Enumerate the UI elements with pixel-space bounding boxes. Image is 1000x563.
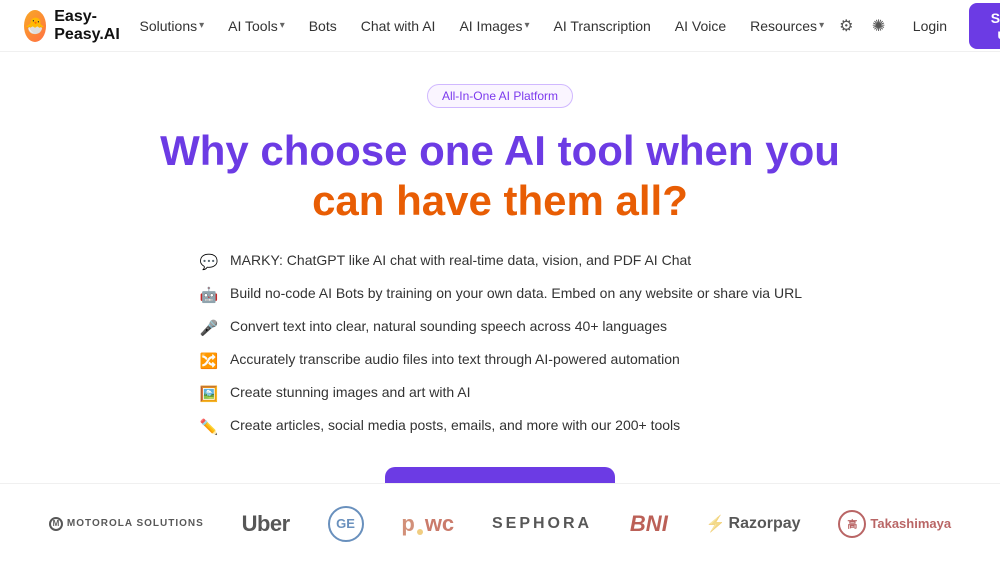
ge-logo: GE bbox=[328, 506, 364, 542]
hero-title-line1: Why choose one AI tool when you bbox=[160, 126, 840, 176]
feature-text: Accurately transcribe audio files into t… bbox=[230, 350, 680, 370]
hero-badge: All-In-One AI Platform bbox=[427, 84, 573, 108]
nav-ai-voice[interactable]: AI Voice bbox=[665, 12, 736, 40]
brand-name: Easy-Peasy.AI bbox=[54, 8, 129, 44]
logos-section: M MOTOROLA SOLUTIONS Uber GE p wc SEPHOR… bbox=[0, 483, 1000, 563]
feature-item: 🤖 Build no-code AI Bots by training on y… bbox=[198, 284, 802, 307]
sephora-logo: SEPHORA bbox=[492, 515, 592, 533]
motorola-logo: M MOTOROLA SOLUTIONS bbox=[49, 517, 204, 531]
hero-title-line2: can have them all? bbox=[160, 176, 840, 226]
navbar: 🐣 Easy-Peasy.AI Solutions ▾ AI Tools ▾ B… bbox=[0, 0, 1000, 52]
logo-image: 🐣 bbox=[24, 10, 46, 42]
feature-text: Convert text into clear, natural soundin… bbox=[230, 317, 667, 337]
transcribe-icon: 🔀 bbox=[198, 351, 220, 373]
login-button[interactable]: Login bbox=[899, 12, 961, 40]
nav-resources[interactable]: Resources ▾ bbox=[740, 12, 834, 40]
nav-ai-transcription[interactable]: AI Transcription bbox=[544, 12, 661, 40]
feature-item: 🎤 Convert text into clear, natural sound… bbox=[198, 317, 802, 340]
nav-actions: ⚙ ✺ Login Sign up bbox=[834, 3, 1000, 49]
mic-icon: 🎤 bbox=[198, 318, 220, 340]
feature-text: Build no-code AI Bots by training on you… bbox=[230, 284, 802, 304]
chevron-down-icon: ▾ bbox=[819, 20, 824, 31]
hero-title: Why choose one AI tool when you can have… bbox=[160, 126, 840, 227]
feature-item: ✏️ Create articles, social media posts, … bbox=[198, 416, 802, 439]
brand-logo[interactable]: 🐣 Easy-Peasy.AI bbox=[24, 8, 130, 44]
chevron-down-icon: ▾ bbox=[280, 20, 285, 31]
settings-icon[interactable]: ⚙ bbox=[834, 11, 858, 41]
nav-chat-with-ai[interactable]: Chat with AI bbox=[351, 12, 446, 40]
nav-solutions[interactable]: Solutions ▾ bbox=[130, 12, 215, 40]
feature-item: 🖼️ Create stunning images and art with A… bbox=[198, 383, 802, 406]
bni-logo: BNI bbox=[630, 511, 668, 537]
bot-icon: 🤖 bbox=[198, 285, 220, 307]
signup-button[interactable]: Sign up bbox=[969, 3, 1000, 49]
nav-links: Solutions ▾ AI Tools ▾ Bots Chat with AI… bbox=[130, 12, 835, 40]
feature-item: 🔀 Accurately transcribe audio files into… bbox=[198, 350, 802, 373]
feature-item: 💬 MARKY: ChatGPT like AI chat with real-… bbox=[198, 251, 802, 274]
uber-logo: Uber bbox=[242, 511, 290, 537]
takashimaya-logo: 高 Takashimaya bbox=[838, 510, 951, 538]
feature-text: Create articles, social media posts, ema… bbox=[230, 416, 680, 436]
feature-text: Create stunning images and art with AI bbox=[230, 383, 470, 403]
features-list: 💬 MARKY: ChatGPT like AI chat with real-… bbox=[198, 251, 802, 439]
nav-bots[interactable]: Bots bbox=[299, 12, 347, 40]
nav-ai-tools[interactable]: AI Tools ▾ bbox=[218, 12, 295, 40]
feature-text: MARKY: ChatGPT like AI chat with real-ti… bbox=[230, 251, 691, 271]
chat-icon: 💬 bbox=[198, 252, 220, 274]
hero-section: All-In-One AI Platform Why choose one AI… bbox=[0, 52, 1000, 563]
theme-toggle-icon[interactable]: ✺ bbox=[866, 11, 890, 41]
chevron-down-icon: ▾ bbox=[199, 20, 204, 31]
image-icon: 🖼️ bbox=[198, 384, 220, 406]
pwc-logo: p wc bbox=[401, 511, 454, 537]
nav-ai-images[interactable]: AI Images ▾ bbox=[449, 12, 539, 40]
write-icon: ✏️ bbox=[198, 417, 220, 439]
razorpay-logo: ⚡ Razorpay bbox=[706, 514, 801, 534]
chevron-down-icon: ▾ bbox=[524, 20, 529, 31]
